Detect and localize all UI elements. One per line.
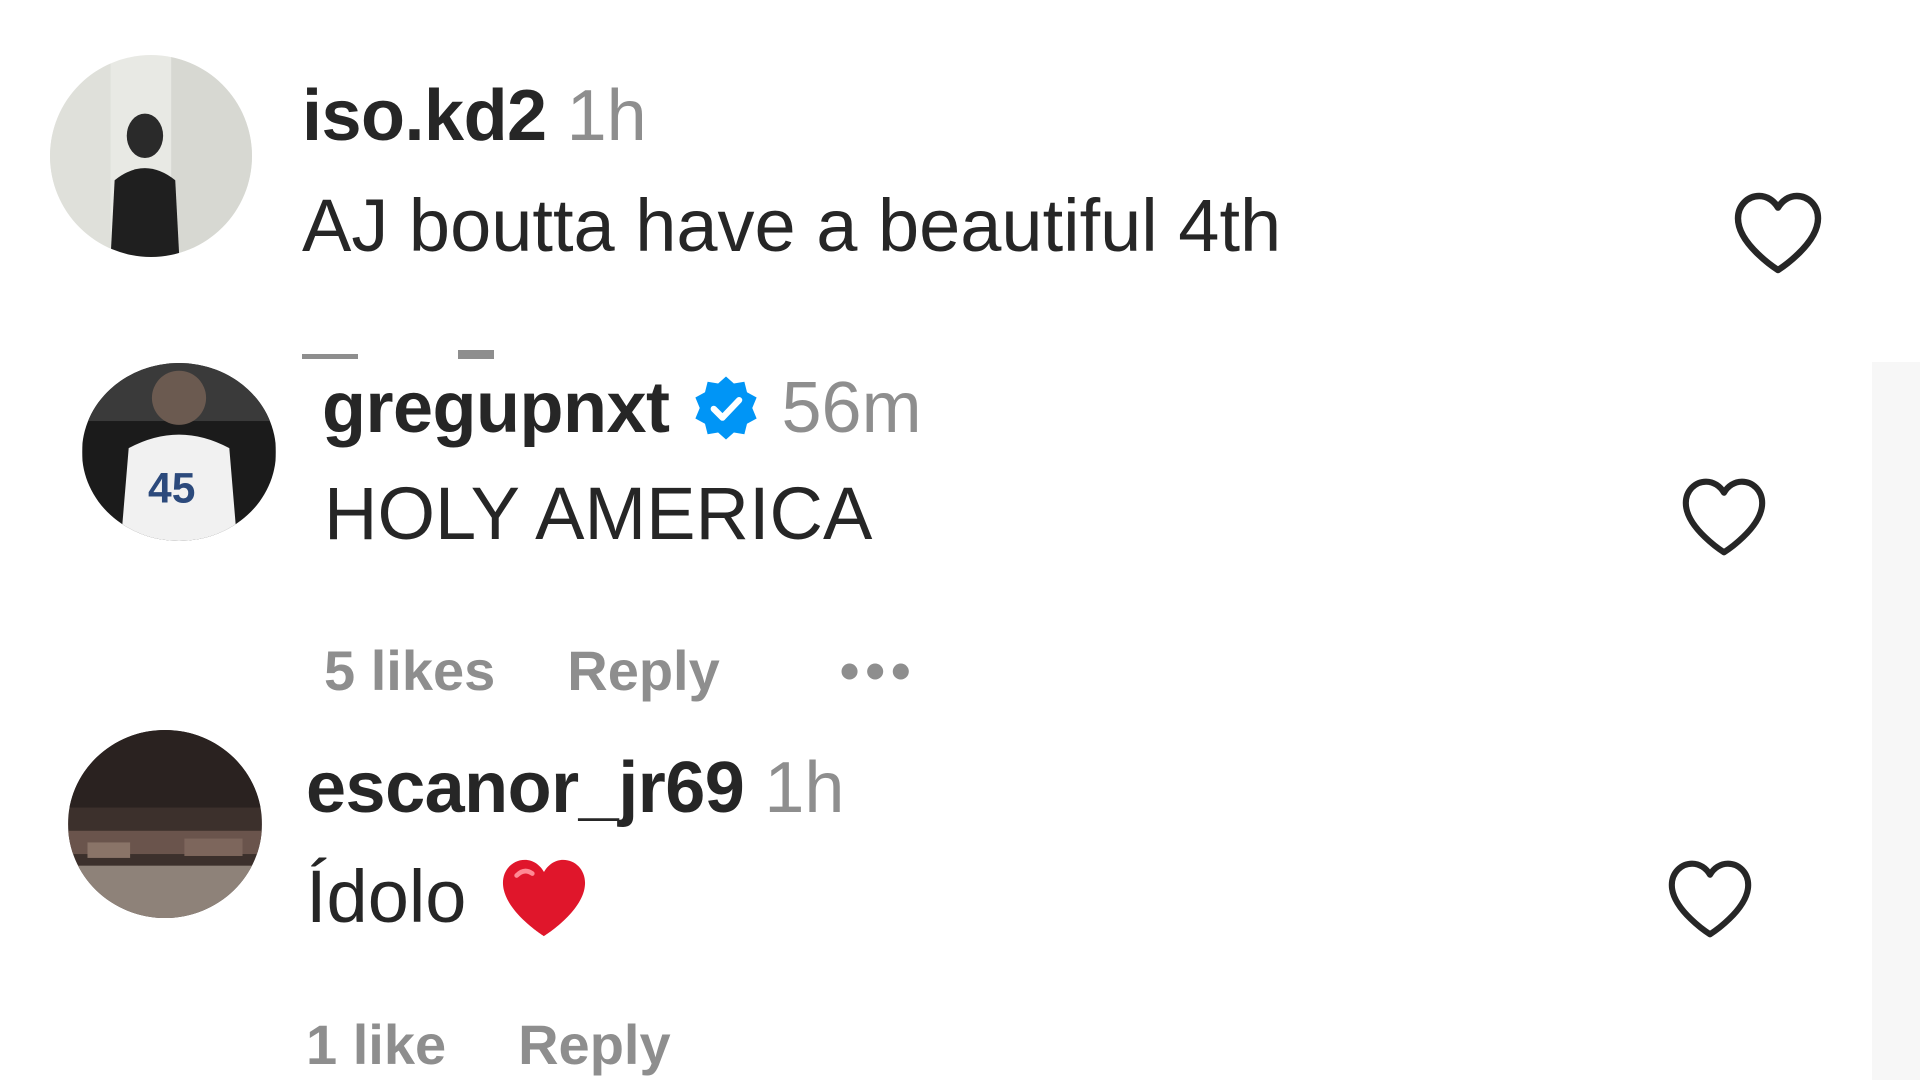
comments-panel: iso.kd2 1h AJ boutta have a beautiful 4t… [0, 0, 1920, 1080]
like-button[interactable] [1728, 188, 1828, 276]
avatar-image [68, 730, 262, 918]
reply-button[interactable]: Reply [518, 1012, 671, 1077]
likes-count[interactable]: 5 likes [324, 638, 495, 703]
comment-text-body: Ídolo [306, 855, 467, 938]
more-options-icon[interactable]: ••• [840, 638, 917, 703]
comment-header: iso.kd2 1h [302, 75, 647, 157]
likes-count[interactable]: 1 like [306, 1012, 446, 1077]
heart-outline-icon [1734, 192, 1822, 274]
avatar-image: 45 [82, 363, 276, 541]
reply-button[interactable]: Reply [567, 638, 720, 703]
verified-badge-icon [691, 373, 761, 443]
avatar[interactable] [50, 55, 252, 257]
comment-header: gregupnxt 56m [322, 368, 922, 448]
timestamp[interactable]: 1h [567, 75, 647, 157]
comment-actions: 5 likes Reply ••• [324, 638, 917, 703]
username[interactable]: escanor_jr69 [306, 747, 745, 829]
red-heart-emoji [496, 854, 592, 940]
comment-text: Ídolo [306, 850, 592, 944]
timestamp[interactable]: 1h [764, 747, 844, 829]
clipped-actions [302, 350, 502, 362]
avatar[interactable]: 45 [82, 363, 276, 541]
username[interactable]: iso.kd2 [302, 75, 547, 157]
avatar-image [50, 55, 252, 257]
scrollbar-track[interactable] [1872, 362, 1920, 1080]
avatar[interactable] [68, 730, 262, 918]
heart-outline-icon [1682, 478, 1766, 556]
username[interactable]: gregupnxt [322, 367, 670, 449]
comment-text: AJ boutta have a beautiful 4th [302, 184, 1282, 267]
like-button[interactable] [1662, 856, 1758, 940]
heart-outline-icon [1668, 860, 1752, 938]
comment-header: escanor_jr69 1h [306, 748, 844, 828]
svg-text:45: 45 [148, 464, 195, 512]
comment-text: HOLY AMERICA [324, 472, 873, 555]
timestamp[interactable]: 56m [781, 367, 921, 449]
like-button[interactable] [1676, 474, 1772, 558]
comment-actions: 1 like Reply [306, 1012, 671, 1077]
